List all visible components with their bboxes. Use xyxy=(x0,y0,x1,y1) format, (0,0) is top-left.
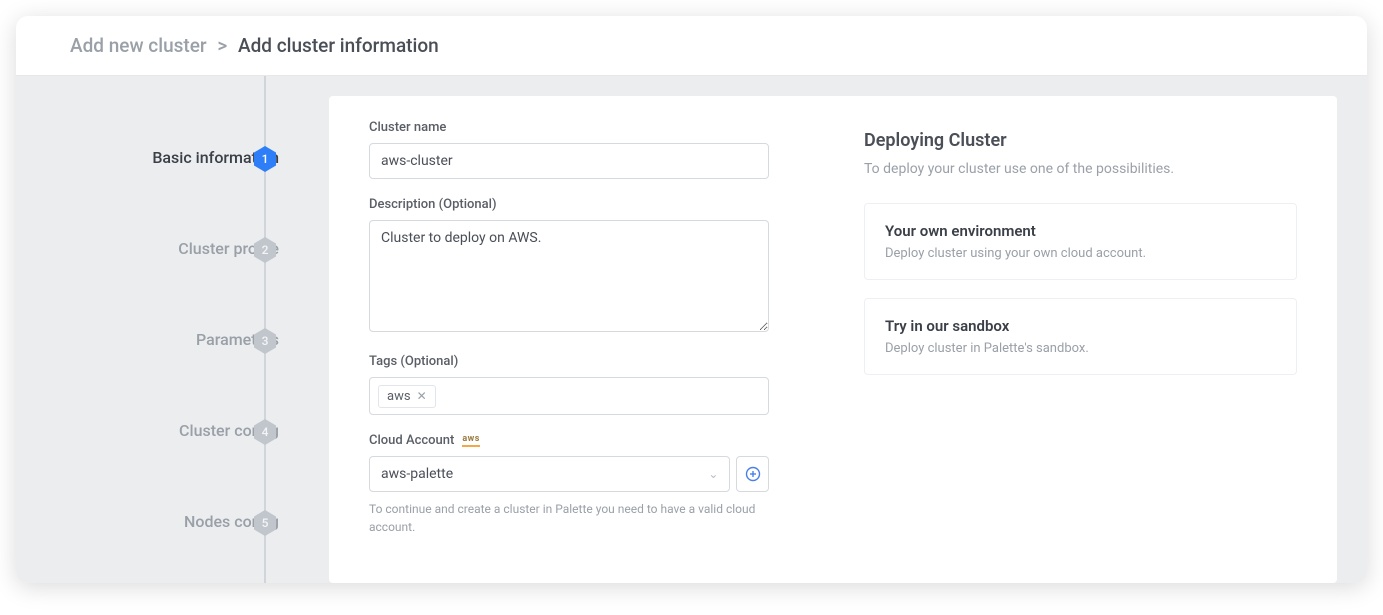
tag-remove-icon[interactable]: ✕ xyxy=(417,389,427,403)
stepper-sidebar: Basic information 1 Cluster profile 2 Pa… xyxy=(16,76,309,583)
add-cloud-account-button[interactable] xyxy=(736,456,769,492)
option-own-environment[interactable]: Your own environment Deploy cluster usin… xyxy=(864,203,1297,280)
cloud-account-select[interactable]: aws-palette ⌄ xyxy=(369,456,730,492)
step-parameters[interactable]: Parameters 3 xyxy=(16,328,309,419)
step-basic-information[interactable]: Basic information 1 xyxy=(16,146,309,237)
tags-input[interactable]: aws ✕ xyxy=(369,377,769,415)
side-panel-title: Deploying Cluster xyxy=(864,130,1297,151)
step-hexagon-icon: 3 xyxy=(254,328,276,354)
option-title: Your own environment xyxy=(885,222,1276,240)
option-sandbox[interactable]: Try in our sandbox Deploy cluster in Pal… xyxy=(864,298,1297,375)
breadcrumb-current: Add cluster information xyxy=(238,34,439,57)
tags-label: Tags (Optional) xyxy=(369,354,769,369)
breadcrumb-separator: > xyxy=(217,34,227,57)
step-hexagon-icon: 2 xyxy=(254,237,276,263)
step-hexagon-icon: 1 xyxy=(254,146,276,172)
step-hexagon-icon: 5 xyxy=(254,510,276,536)
aws-provider-icon: aws xyxy=(462,434,480,447)
tag-text: aws xyxy=(387,389,411,404)
option-title: Try in our sandbox xyxy=(885,317,1276,335)
description-textarea[interactable]: Cluster to deploy on AWS. xyxy=(369,220,769,332)
side-panel-subtitle: To deploy your cluster use one of the po… xyxy=(864,161,1297,177)
breadcrumb: Add new cluster > Add cluster informatio… xyxy=(16,16,1367,76)
option-desc: Deploy cluster using your own cloud acco… xyxy=(885,246,1276,261)
tag-chip: aws ✕ xyxy=(378,385,436,408)
plus-circle-icon xyxy=(745,466,761,482)
cluster-name-input[interactable] xyxy=(369,143,769,179)
breadcrumb-parent[interactable]: Add new cluster xyxy=(70,34,207,57)
chevron-down-icon: ⌄ xyxy=(708,467,718,481)
step-hexagon-icon: 4 xyxy=(254,419,276,445)
option-desc: Deploy cluster in Palette's sandbox. xyxy=(885,341,1276,356)
description-label: Description (Optional) xyxy=(369,197,769,212)
cloud-account-label: Cloud Account xyxy=(369,433,454,448)
step-cluster-config[interactable]: Cluster config 4 xyxy=(16,419,309,510)
step-nodes-config[interactable]: Nodes config 5 xyxy=(16,510,309,583)
cloud-account-hint: To continue and create a cluster in Pale… xyxy=(369,500,769,536)
cloud-account-value: aws-palette xyxy=(381,466,453,482)
step-cluster-profile[interactable]: Cluster profile 2 xyxy=(16,237,309,328)
cluster-name-label: Cluster name xyxy=(369,120,769,135)
